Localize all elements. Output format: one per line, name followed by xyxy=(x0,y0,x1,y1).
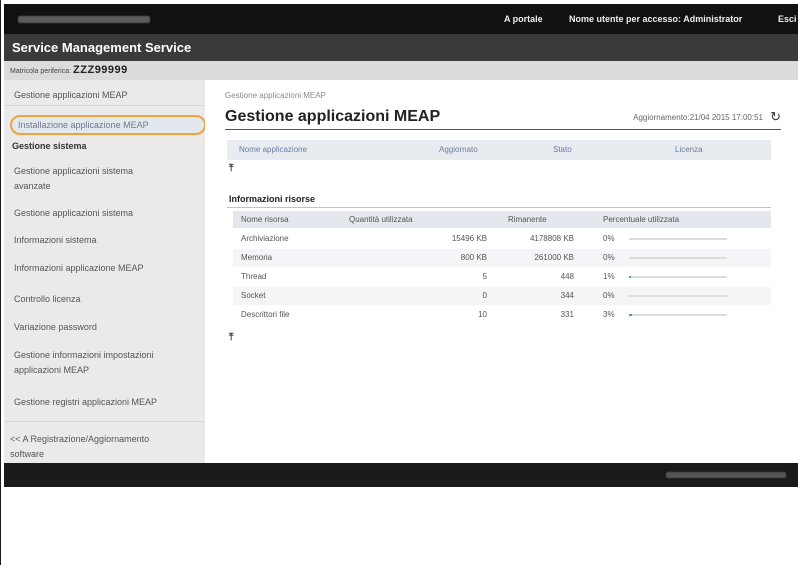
serial-number: ZZZ99999 xyxy=(73,64,128,76)
table-row: Thread 5 448 1% xyxy=(233,268,771,286)
portal-link[interactable]: A portale xyxy=(504,14,543,24)
serial-label: Matricola periferica: xyxy=(10,68,72,75)
table-row: Descrittori file 10 331 3% xyxy=(233,306,771,324)
table-row: Socket 0 344 0% xyxy=(233,287,771,305)
resource-percent: 1% xyxy=(603,272,615,281)
sidebar-item-meap-logs[interactable]: Gestione registri applicazioni MEAP xyxy=(4,395,205,410)
sidebar-item-label: Gestione applicazioni sistema xyxy=(14,166,134,176)
resource-used: 0 xyxy=(482,291,487,300)
table-row: Memoria 800 KB 261000 KB 0% xyxy=(233,249,771,267)
resources-title: Informazioni risorse xyxy=(227,190,771,208)
last-update: Aggiornamento:21/04 2015 17:00:51 xyxy=(633,113,763,122)
sidebar-divider xyxy=(4,421,205,422)
resource-name: Memoria xyxy=(241,253,273,262)
resource-percent: 0% xyxy=(603,253,615,262)
resource-name: Thread xyxy=(241,272,267,281)
resource-percent: 0% xyxy=(603,234,615,243)
title-divider xyxy=(225,129,781,130)
breadcrumb: Gestione applicazioni MEAP xyxy=(225,91,326,100)
copyright xyxy=(666,472,786,478)
col-used: Quantità utilizzata xyxy=(349,215,413,224)
col-license[interactable]: Licenza xyxy=(675,140,703,160)
top-bar: A portale Nome utente per accesso: Admin… xyxy=(4,4,798,34)
sidebar-item-password[interactable]: Variazione password xyxy=(4,320,205,335)
sidebar-item-license-check[interactable]: Controllo licenza xyxy=(4,292,205,307)
sidebar-item-label: software xyxy=(10,449,45,459)
scroll-top-icon[interactable]: ⤒ xyxy=(229,163,233,174)
col-updated[interactable]: Aggiornato xyxy=(439,140,478,160)
usage-bar xyxy=(629,276,727,278)
resource-used: 10 xyxy=(478,310,487,319)
resource-remaining: 261000 KB xyxy=(534,253,574,262)
sidebar-item-meap-settings-info[interactable]: Gestione informazioni impostazioni appli… xyxy=(4,348,205,378)
sidebar-section-title: Gestione sistema xyxy=(12,141,87,151)
login-user: Nome utente per accesso: Administrator xyxy=(569,14,743,24)
sidebar-item-install-meap[interactable]: Installazione applicazione MEAP xyxy=(10,115,206,135)
app-table-header: Nome applicazione Aggiornato Stato Licen… xyxy=(227,140,771,160)
footer xyxy=(4,463,798,487)
resource-percent: 3% xyxy=(603,310,615,319)
serial-bar: Matricola periferica: ZZZ99999 xyxy=(4,61,798,80)
sidebar-link-software-update[interactable]: << A Registrazione/Aggiornamento softwar… xyxy=(4,432,205,462)
sidebar-item-advanced-system-apps[interactable]: Gestione applicazioni sistema avanzate xyxy=(4,164,205,194)
sidebar-item-label: applicazioni MEAP xyxy=(14,365,90,375)
sidebar-item-meap-info[interactable]: Informazioni applicazione MEAP xyxy=(4,261,205,276)
resource-remaining: 344 xyxy=(560,291,574,300)
logout-link[interactable]: Esci xyxy=(778,14,797,24)
col-remaining: Rimanente xyxy=(508,215,547,224)
resource-used: 800 KB xyxy=(460,253,487,262)
sidebar: Gestione applicazioni MEAP Installazione… xyxy=(4,80,206,463)
sidebar-item-label: avanzate xyxy=(14,181,51,191)
sidebar-item-label: Gestione informazioni impostazioni xyxy=(14,350,154,360)
resource-name: Socket xyxy=(241,291,266,300)
resource-table-header: Nome risorsa Quantità utilizzata Rimanen… xyxy=(233,211,771,228)
resource-name: Descrittori file xyxy=(241,310,290,319)
table-row: Archiviazione 15496 KB 4178808 KB 0% xyxy=(233,230,771,248)
usage-bar xyxy=(629,257,727,259)
col-resource-name: Nome risorsa xyxy=(241,215,289,224)
page-title: Gestione applicazioni MEAP xyxy=(225,108,441,125)
scroll-top-icon[interactable]: ⤒ xyxy=(229,332,233,343)
col-status[interactable]: Stato xyxy=(553,140,572,160)
sidebar-item-label: << A Registrazione/Aggiornamento xyxy=(10,434,150,444)
resource-name: Archiviazione xyxy=(241,234,289,243)
resource-remaining: 448 xyxy=(560,272,574,281)
sidebar-item-system-info[interactable]: Informazioni sistema xyxy=(4,233,205,248)
main-content: Gestione applicazioni MEAP Gestione appl… xyxy=(205,80,798,463)
device-address xyxy=(18,15,150,23)
usage-bar xyxy=(629,314,727,316)
resource-used: 15496 KB xyxy=(451,234,487,243)
app-title: Service Management Service xyxy=(4,34,798,61)
resource-used: 5 xyxy=(482,272,487,281)
col-percent: Percentuale utilizzata xyxy=(603,215,680,224)
refresh-icon[interactable]: ↻ xyxy=(770,109,781,125)
usage-bar-fill xyxy=(629,314,632,316)
usage-bar-fill xyxy=(629,276,631,278)
usage-bar xyxy=(629,295,727,297)
resource-remaining: 331 xyxy=(560,310,574,319)
col-app-name[interactable]: Nome applicazione xyxy=(239,140,307,160)
sidebar-item-meap-management[interactable]: Gestione applicazioni MEAP xyxy=(4,88,205,106)
resource-percent: 0% xyxy=(603,291,615,300)
usage-bar xyxy=(629,238,727,240)
resource-remaining: 4178808 KB xyxy=(529,234,574,243)
sidebar-item-system-apps[interactable]: Gestione applicazioni sistema xyxy=(4,206,205,221)
